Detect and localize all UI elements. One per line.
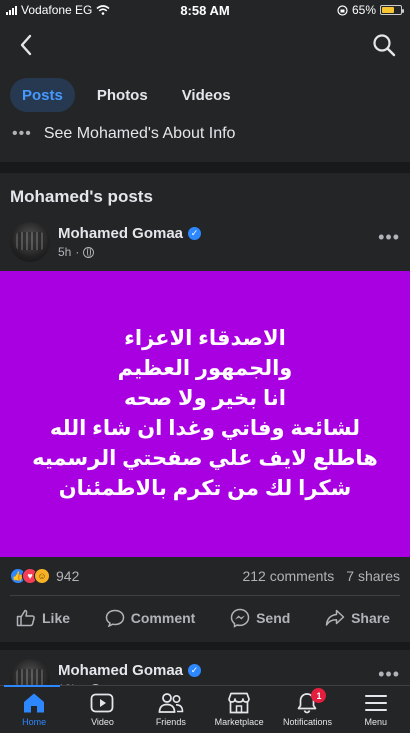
share-label: Share (351, 610, 390, 626)
author-name[interactable]: Mohamed Gomaa (58, 662, 183, 679)
post-meta: Mohamed Gomaa ✓ 5h · (58, 225, 378, 259)
share-icon (325, 609, 345, 626)
battery-icon (380, 5, 404, 15)
top-nav (0, 20, 410, 70)
comment-icon (105, 609, 125, 627)
search-icon (373, 34, 396, 57)
reaction-summary[interactable]: 👍 ♥ ☺ 942 (10, 568, 79, 584)
like-label: Like (42, 610, 71, 626)
home-icon (21, 691, 47, 715)
author-name[interactable]: Mohamed Gomaa (58, 225, 183, 242)
about-info-label: See Mohamed's About Info (43, 125, 236, 142)
status-left: Vodafone EG (6, 3, 110, 17)
post-more-button[interactable]: ••• (378, 664, 400, 685)
author-row: Mohamed Gomaa ✓ (58, 225, 378, 242)
reactions-row: 👍 ♥ ☺ 942 212 comments 7 shares (0, 557, 410, 595)
verified-badge-icon: ✓ (188, 664, 202, 677)
profile-tabs: Posts Photos Videos (0, 70, 410, 112)
tab-friends-label: Friends (155, 717, 186, 727)
post-text-background[interactable]: الاصدقاء الاعزاء والجمهور العظيم انا بخي… (0, 271, 410, 557)
comments-count[interactable]: 212 comments (242, 568, 334, 584)
clock: 8:58 AM (180, 2, 230, 18)
post-time[interactable]: 5h (58, 245, 71, 259)
comment-button[interactable]: Comment (105, 609, 196, 627)
search-button[interactable] (370, 31, 398, 59)
about-info-link[interactable]: ••• See Mohamed's About Info (0, 112, 410, 156)
tab-home-label: Home (22, 717, 47, 727)
share-button[interactable]: Share (325, 609, 390, 627)
shares-count[interactable]: 7 shares (346, 568, 400, 584)
status-bar: Vodafone EG 8:58 AM 65% (0, 0, 410, 20)
avatar[interactable] (10, 222, 50, 262)
marketplace-icon (226, 691, 252, 715)
bell-icon: 1 (294, 688, 327, 715)
menu-icon (363, 691, 389, 715)
notification-badge: 1 (311, 688, 327, 703)
tab-videos[interactable]: Videos (170, 78, 243, 112)
post-more-button[interactable]: ••• (378, 227, 400, 248)
send-button[interactable]: Send (230, 608, 290, 628)
post-divider (0, 642, 410, 650)
carrier-name: Vodafone EG (21, 3, 93, 17)
tab-notifications-label: Notifications (282, 717, 332, 727)
friends-icon (158, 691, 184, 715)
globe-icon (83, 246, 95, 258)
tab-notifications[interactable]: 1 Notifications (273, 686, 341, 733)
author-row: Mohamed Gomaa ✓ (58, 662, 378, 679)
tab-posts[interactable]: Posts (10, 78, 75, 112)
video-icon (89, 691, 115, 715)
section-title: Mohamed's posts (10, 187, 153, 206)
orientation-lock-icon (337, 4, 348, 16)
battery-fill (382, 7, 394, 13)
chevron-left-icon (20, 34, 32, 56)
comment-label: Comment (130, 610, 196, 626)
tab-menu[interactable]: Menu (342, 686, 410, 733)
back-button[interactable] (12, 31, 40, 59)
like-button[interactable]: Like (16, 609, 70, 627)
more-dots-icon: ••• (12, 125, 32, 142)
bottom-tab-bar: Home Video Friends Marketplace 1 Notific… (0, 685, 410, 733)
tab-home[interactable]: Home (0, 686, 68, 733)
tab-photos[interactable]: Photos (85, 78, 160, 112)
verified-badge-icon: ✓ (188, 227, 202, 240)
tab-video-label: Video (91, 717, 114, 727)
tab-video[interactable]: Video (68, 686, 136, 733)
tab-friends[interactable]: Friends (137, 686, 205, 733)
messenger-icon (230, 608, 250, 628)
thumbs-up-icon (16, 609, 35, 627)
battery-percent: 65% (351, 3, 376, 17)
care-reaction-icon: ☺ (34, 568, 50, 584)
wifi-icon (96, 5, 110, 15)
section-divider (0, 162, 410, 173)
post-actions: Like Comment Send Share (0, 596, 410, 640)
send-label: Send (256, 610, 291, 626)
tab-marketplace[interactable]: Marketplace (205, 686, 273, 733)
reaction-count: 942 (56, 568, 80, 584)
engagement-counts: 212 comments 7 shares (242, 568, 400, 584)
tab-marketplace-label: Marketplace (214, 717, 264, 727)
post-card: Mohamed Gomaa ✓ 5h · ••• الاصدقاء الاعزا… (0, 217, 410, 640)
profile-screen: Vodafone EG 8:58 AM 65% Posts Photos Vid… (0, 0, 410, 733)
post-time-row: 5h · (58, 245, 378, 259)
post-text: الاصدقاء الاعزاء والجمهور العظيم انا بخي… (32, 327, 378, 500)
tab-menu-label: Menu (364, 717, 388, 727)
post-header: Mohamed Gomaa ✓ 5h · ••• (0, 217, 410, 267)
status-right: 65% (337, 3, 404, 17)
signal-icon (6, 5, 17, 15)
